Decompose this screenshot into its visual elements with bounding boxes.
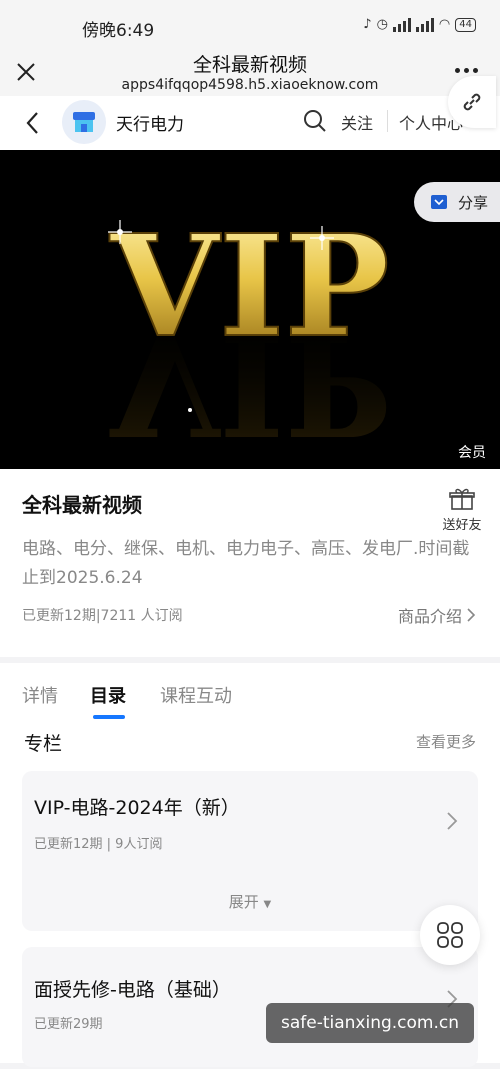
grid-icon: [437, 922, 463, 948]
more-icon[interactable]: [455, 68, 478, 73]
share-button[interactable]: 分享: [414, 182, 500, 222]
gift-label: 送好友: [442, 518, 482, 533]
course-card[interactable]: VIP-电路-2024年（新） 已更新12期 | 9人订阅 展开 ▼: [22, 771, 478, 931]
signal-icon-2: [415, 17, 434, 32]
update-info: 已更新12期|7211 人订阅: [22, 608, 183, 624]
tab-interaction[interactable]: 课程互动: [160, 682, 232, 708]
chevron-right-icon: [447, 812, 458, 830]
shop-logo[interactable]: [62, 100, 106, 144]
back-icon[interactable]: [22, 110, 44, 136]
watermark: safe-tianxing.com.cn: [266, 1003, 474, 1043]
see-more-link[interactable]: 查看更多: [416, 731, 476, 752]
tab-active-indicator: [93, 715, 125, 719]
status-icons: ♪ ◷ ◠ 44: [363, 17, 476, 32]
shop-bar: 天行电力 关注 个人中心: [0, 96, 500, 150]
share-icon: [431, 195, 447, 209]
page-title: 全科最新视频: [192, 54, 307, 76]
store-icon: [73, 112, 95, 132]
course-name: VIP-电路-2024年（新）: [34, 797, 240, 819]
tab-catalogue[interactable]: 目录: [90, 682, 126, 708]
wifi-icon: ◠: [438, 17, 451, 32]
alarm-icon: ◷: [376, 17, 388, 32]
vip-art-reflection: VIP: [109, 301, 389, 465]
tab-details[interactable]: 详情: [22, 682, 58, 708]
product-title: 全科最新视频: [22, 493, 142, 517]
member-tag: 会员: [458, 445, 486, 461]
expand-button[interactable]: 展开 ▼: [22, 891, 478, 912]
status-time: 傍晚6:49: [82, 21, 155, 41]
gift-icon: [449, 488, 475, 510]
chevron-right-icon: [467, 608, 476, 622]
signal-icon: [392, 17, 411, 32]
tiktok-icon: ♪: [363, 17, 372, 32]
gift-button[interactable]: 送好友: [440, 487, 484, 533]
course-meta: 已更新12期 | 9人订阅: [34, 837, 163, 852]
follow-button[interactable]: 关注: [341, 110, 373, 134]
page-url: apps4ifqqop4598.h5.xiaoeknow.com: [121, 77, 379, 93]
status-bar: 傍晚6:49 ♪ ◷ ◠ 44: [0, 0, 500, 46]
search-icon[interactable]: [302, 108, 328, 134]
product-info-card: 全科最新视频 送好友 电路、电分、继保、电机、电力电子、高压、发电厂.时间截止到…: [0, 469, 500, 657]
battery-icon: 44: [455, 17, 476, 32]
product-intro-label: 商品介绍: [397, 607, 462, 626]
caret-down-icon: ▼: [263, 899, 272, 910]
course-meta: 已更新29期: [34, 1017, 103, 1032]
product-intro-link[interactable]: 商品介绍: [398, 603, 476, 627]
title-bar: 全科最新视频 apps4ifqqop4598.h5.xiaoeknow.com: [0, 46, 500, 102]
link-icon: [463, 93, 481, 111]
copy-link-button[interactable]: [448, 76, 496, 128]
share-label: 分享: [458, 193, 489, 212]
shop-name[interactable]: 天行电力: [116, 110, 184, 135]
section-title: 专栏: [24, 733, 63, 755]
product-description: 电路、电分、继保、电机、电力电子、高压、发电厂.时间截止到2025.6.24: [22, 539, 470, 588]
menu-fab-button[interactable]: [420, 905, 480, 965]
expand-label: 展开: [228, 893, 259, 911]
divider: [387, 110, 388, 132]
course-name: 面授先修-电路（基础）: [34, 979, 231, 1001]
